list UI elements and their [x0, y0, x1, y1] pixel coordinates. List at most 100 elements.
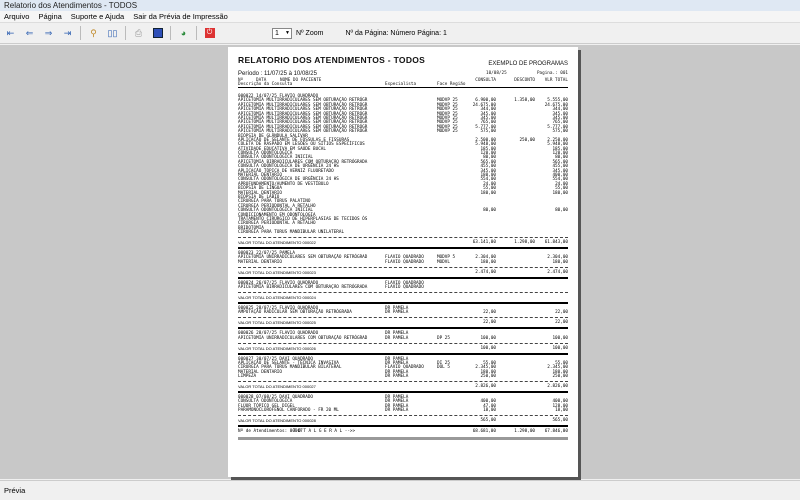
table-row: AMPUTAÇÃO RADICULAR SEM OBTURAÇÃO RETRÓG… [238, 310, 568, 316]
double-divider [238, 327, 568, 330]
attendance-total-desconto: 1.298,00 [514, 240, 535, 245]
status-bar: Prévia [0, 480, 800, 500]
face-region: DP 25 [437, 335, 450, 341]
attendance-total-consulta: 2.474,00 [475, 269, 496, 275]
table-row: LIMPEZA DR PAMELA 250,00 250,00 [238, 374, 568, 380]
zoom-value: 1 [275, 29, 279, 37]
procedure-description: AMPUTAÇÃO RADICULAR SEM OBTURAÇÃO RETRÓG… [238, 310, 352, 316]
attendance-total-label: VALOR TOTAL DO ATENDIMENTO 000022 [238, 240, 316, 245]
total-value: 180,00 [552, 259, 568, 265]
consulta-value: 250,00 [480, 374, 496, 380]
dashed-divider [238, 266, 568, 268]
report-body: 000022 14/07/25 FLAVIO QUADRADO APICETOMI… [238, 94, 568, 440]
menu-sair-previa[interactable]: Sair da Prévia de Impressão [133, 11, 228, 22]
grand-total-label: T O T A L G E R A L -->> [293, 429, 356, 435]
two-pages-icon[interactable]: ▯▯ [106, 27, 119, 40]
col-face: Face Região [437, 82, 466, 87]
attendance-total-consulta: 565,00 [480, 418, 496, 424]
previous-page-icon[interactable]: ⇐ [23, 27, 36, 40]
grand-total-value: 67.846,00 [544, 429, 568, 435]
dashed-divider [238, 415, 568, 417]
total-value: 22,00 [555, 310, 568, 316]
specialist: FLAVIO QUADRADO [385, 259, 424, 265]
separator [125, 26, 126, 40]
zoom-label: Nº Zoom [296, 29, 324, 37]
attendance-block: 000027 30/07/25 DAVI QUADRADO DR PAMELA AP… [238, 357, 568, 393]
attendance-total-label: VALOR TOTAL DO ATENDIMENTO 000026 [238, 345, 316, 351]
double-divider [238, 352, 568, 355]
attendance-total-value: 22,00 [555, 320, 568, 326]
double-divider [238, 390, 568, 393]
dashed-divider [238, 291, 568, 293]
attendance-total-label: VALOR TOTAL DO ATENDIMENTO 000024 [238, 294, 316, 300]
consulta-value: 100,00 [480, 335, 496, 341]
menu-pagina[interactable]: Página [38, 11, 61, 22]
printer-icon[interactable]: ⎙ [132, 27, 145, 40]
export-icon[interactable] [151, 27, 164, 40]
toolbar: ⇤ ⇐ ⇒ ⇥ ⚲ ▯▯ ⎙ ◕ ⏻ 1 ▼ Nº Zoom Nº da Pági… [0, 23, 800, 44]
attendance-total-row: VALOR TOTAL DO ATENDIMENTO 000022 63.141,… [238, 240, 568, 246]
procedure-description: LIMPEZA [238, 374, 257, 380]
menu-arquivo[interactable]: Arquivo [4, 11, 29, 22]
table-row: APICETOMIA BIRRADICULARES COM OBTURAÇÃO … [238, 285, 568, 291]
attendance-block: 000025 28/07/25 FLAVIO QUADRADO DR PAMELA… [238, 306, 568, 330]
grand-total-consulta: 68.681,00 [472, 429, 496, 435]
double-divider [238, 276, 568, 279]
double-divider [238, 301, 568, 304]
attendance-block: 000023 22/07/25 PAMELA APICETOMIA UNIRRAD… [238, 251, 568, 279]
attendance-total-label: VALOR TOTAL DO ATENDIMENTO 000027 [238, 383, 316, 389]
attendance-total-value: 565,00 [552, 418, 568, 424]
procedure-description: PARAMONOCLOROFENOL CANFORADO - FR 20 ML [238, 408, 339, 414]
magnifier-icon[interactable]: ⚲ [87, 27, 100, 40]
col-consulta: CONSULTA [475, 78, 496, 83]
consulta-value: 180,00 [480, 259, 496, 265]
grand-total-bar [238, 437, 568, 440]
window-title: Relatorio dos Atendimentos - TODOS [0, 0, 800, 11]
col-total: VLR TOTAL [544, 78, 568, 83]
attendance-total-row: VALOR TOTAL DO ATENDIMENTO 000023 2.474,0… [238, 270, 568, 276]
attendance-total-row: VALOR TOTAL DO ATENDIMENTO 000025 22,00 22… [238, 320, 568, 326]
attendance-total-label: VALOR TOTAL DO ATENDIMENTO 000028 [238, 418, 316, 424]
table-row: APICETOMIA UNIRRADICULARES COM OBTURAÇÃO… [238, 335, 568, 341]
report-page-number: Pagina.: 001 [536, 71, 568, 76]
attendance-block: 000022 14/07/25 FLAVIO QUADRADO APICETOMI… [238, 94, 568, 249]
attendance-total-row: VALOR TOTAL DO ATENDIMENTO 000024 [238, 295, 568, 301]
report-page: RELATORIO DOS ATENDIMENTOS - TODOS EXEMP… [228, 47, 578, 477]
menu-suporte[interactable]: Suporte e Ajuda [71, 11, 124, 22]
procedure-description: APICETOMIA BIRRADICULARES COM OBTURAÇÃO … [238, 285, 368, 291]
dashed-divider [238, 237, 568, 238]
last-page-icon[interactable]: ⇥ [61, 27, 74, 40]
attendance-total-value: 100,00 [552, 345, 568, 351]
first-page-icon[interactable]: ⇤ [4, 27, 17, 40]
specialist: DR PAMELA [385, 374, 409, 380]
preview-area[interactable]: RELATORIO DOS ATENDIMENTOS - TODOS EXEMP… [0, 45, 800, 479]
attendance-total-label: VALOR TOTAL DO ATENDIMENTO 000025 [238, 320, 316, 326]
separator [170, 26, 171, 40]
attendance-block: 000028 07/08/25 DAVI QUADRADO DR PAMELA CO… [238, 395, 568, 428]
report-title: RELATORIO DOS ATENDIMENTOS - TODOS [238, 55, 426, 65]
double-divider [238, 247, 568, 249]
close-icon[interactable]: ⏻ [203, 27, 216, 40]
attendance-block: 000024 26/07/25 FLAVIO QUADRADO FLAVIO QU… [238, 281, 568, 304]
specialist: DR PAMELA [385, 335, 409, 341]
consulta-value: 22,00 [483, 310, 496, 316]
double-divider [238, 425, 568, 428]
next-page-icon[interactable]: ⇒ [42, 27, 55, 40]
total-value: 18,00 [555, 408, 568, 414]
report-date: 10/08/25 [486, 71, 507, 76]
attendance-total-value: 2.474,00 [547, 269, 568, 275]
report-subtitle: EXEMPLO DE PROGRAMAS [488, 61, 568, 67]
attendance-total-label: VALOR TOTAL DO ATENDIMENTO 000023 [238, 269, 316, 275]
total-value: 250,00 [552, 374, 568, 380]
procedure-description: APICETOMIA UNIRRADICULARES COM OBTURAÇÃO… [238, 335, 368, 341]
attendance-total-consulta: 63.141,00 [472, 240, 496, 245]
zoom-select[interactable]: 1 ▼ [272, 27, 292, 39]
web-icon[interactable]: ◕ [177, 27, 190, 40]
column-headers: Nº DATA NOME DO PACIENTE Descrição da Co… [238, 78, 568, 88]
menu-bar: Arquivo Página Suporte e Ajuda Sair da P… [0, 11, 800, 23]
col-desconto: DESCONTO [514, 78, 535, 83]
attendance-total-row: VALOR TOTAL DO ATENDIMENTO 000028 565,00 5… [238, 418, 568, 424]
separator [80, 26, 81, 40]
attendance-total-row: VALOR TOTAL DO ATENDIMENTO 000027 2.826,0… [238, 384, 568, 390]
table-row: PARAMONOCLOROFENOL CANFORADO - FR 20 ML D… [238, 408, 568, 414]
